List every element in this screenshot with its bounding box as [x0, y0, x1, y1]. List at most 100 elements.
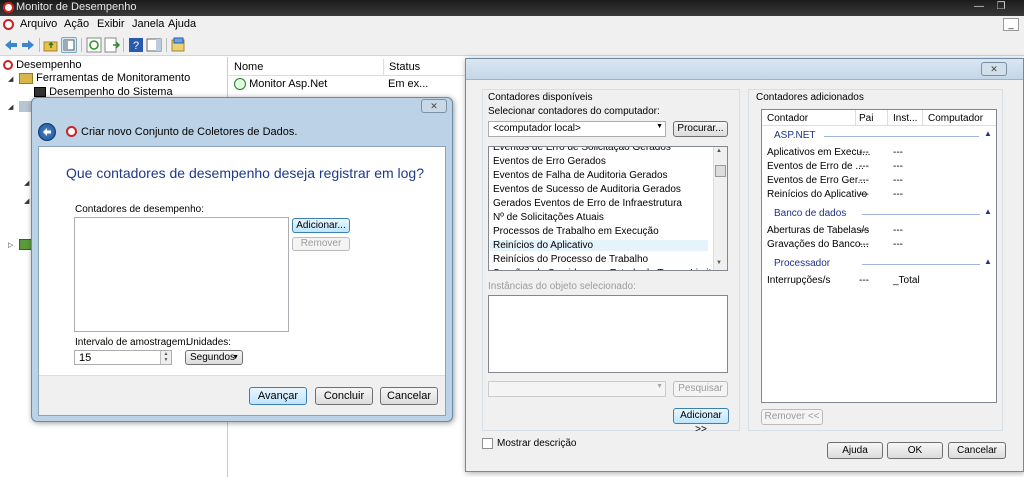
instances-list[interactable] [488, 295, 728, 373]
available-counter-item[interactable]: Gerados Eventos de Erro de Infraestrutur… [493, 198, 711, 209]
next-button[interactable]: Avançar [249, 387, 307, 405]
added-counter-name[interactable]: Aberturas de Tabelas/s [767, 225, 869, 236]
sample-interval-input[interactable]: 15 ▲ ▼ [74, 350, 172, 365]
tree-node-desempenho[interactable]: Desempenho [3, 59, 82, 71]
added-counter-parent[interactable]: --- [859, 175, 869, 186]
dialog-close-button[interactable]: ✕ [981, 62, 1007, 76]
available-counter-item[interactable]: Processos de Trabalho em Execução [493, 226, 711, 237]
added-counter-parent[interactable]: --- [859, 225, 869, 236]
added-counter-name[interactable]: Eventos de Erro Ger... [767, 175, 866, 186]
units-dropdown[interactable]: Segundos ▼ [185, 350, 243, 365]
added-counter-name[interactable]: Gravações do Banco... [767, 239, 869, 250]
expand-arrow-icon[interactable]: ▷ [8, 241, 16, 249]
added-counter-parent[interactable]: --- [859, 239, 869, 250]
add-button[interactable]: Adicionar >> [673, 408, 729, 435]
column-header-status[interactable]: Status [384, 59, 469, 76]
column-header-counter[interactable]: Contador [767, 113, 808, 124]
finish-button[interactable]: Concluir [315, 387, 373, 405]
added-counter-name[interactable]: Aplicativos em Execu... [767, 147, 870, 158]
added-counter-instance[interactable]: --- [893, 175, 903, 186]
tree-node-ferramentas[interactable]: ◢ Ferramentas de Monitoramento [8, 72, 190, 84]
collapse-group-icon[interactable]: ▲ [984, 257, 992, 266]
back-icon[interactable] [3, 37, 19, 53]
collapse-group-icon[interactable]: ▲ [984, 207, 992, 216]
scroll-up-icon[interactable]: ▲ [716, 148, 722, 154]
added-counter-parent[interactable]: --- [859, 189, 869, 200]
cancel-button[interactable]: Cancelar [380, 387, 438, 405]
up-folder-icon[interactable] [43, 37, 59, 53]
available-counter-item[interactable]: Eventos de Falha de Auditoria Gerados [493, 170, 711, 181]
browse-button[interactable]: Procurar... [673, 121, 728, 137]
available-counter-item[interactable]: Eventos de Sucesso de Auditoria Gerados [493, 184, 711, 195]
show-description-checkbox[interactable] [482, 438, 493, 449]
add-counter-button[interactable]: Adicionar... [292, 218, 350, 233]
list-row[interactable]: Monitor Asp.Net [234, 78, 327, 91]
chevron-down-icon[interactable]: ▼ [656, 123, 663, 130]
counter-group-header[interactable]: Processador [774, 258, 830, 269]
forward-icon[interactable] [20, 37, 36, 53]
added-counter-name[interactable]: Reinícios do Aplicativo [767, 189, 867, 200]
column-header-computer[interactable]: Computador [928, 113, 983, 124]
ok-button[interactable]: OK [887, 442, 943, 459]
show-hide-tree-icon[interactable] [61, 37, 77, 53]
scroll-thumb[interactable] [715, 165, 726, 177]
wizard-close-button[interactable]: ✕ [421, 99, 447, 113]
remove-counter-button[interactable]: Remover [292, 237, 350, 251]
added-counter-name[interactable]: Eventos de Erro de ... [767, 161, 864, 172]
spinner-icon[interactable]: ▲ ▼ [160, 351, 171, 364]
scroll-down-icon[interactable]: ▼ [716, 260, 722, 266]
mdi-minimize-button[interactable]: _ [1003, 18, 1019, 31]
available-counters-scrollbar[interactable]: ▲ ▼ [713, 147, 727, 270]
column-header-parent[interactable]: Pai [859, 113, 873, 124]
help-button[interactable]: Ajuda [827, 442, 883, 459]
available-counter-item[interactable]: Reinícios do Aplicativo [490, 240, 708, 251]
available-counter-item[interactable]: Sessões do Servidor com Estado de Tempo … [493, 268, 727, 270]
added-counter-instance[interactable]: --- [893, 225, 903, 236]
back-arrow-icon[interactable] [38, 123, 56, 141]
column-header-name[interactable]: Nome [229, 59, 384, 76]
collapse-arrow-icon[interactable]: ◢ [8, 103, 16, 111]
added-counter-parent[interactable]: --- [859, 161, 869, 172]
instances-search-combobox[interactable]: ▼ [488, 381, 666, 397]
added-counters-table[interactable]: Contador Pai Inst... Computador ASP.NET ▲… [761, 109, 997, 403]
minimize-button[interactable]: — [968, 0, 990, 14]
added-counter-parent[interactable]: --- [859, 275, 869, 286]
restore-button[interactable]: ❐ [990, 0, 1012, 14]
menu-exibir[interactable]: Exibir [97, 18, 125, 30]
menu-ajuda[interactable]: Ajuda [168, 18, 196, 30]
available-counters-list[interactable]: Eventos de Erro de Solicitação Gerados Ev… [488, 146, 728, 271]
added-counter-instance[interactable]: --- [893, 147, 903, 158]
search-button[interactable]: Pesquisar [673, 381, 728, 397]
added-counter-instance[interactable]: --- [893, 161, 903, 172]
remove-button[interactable]: Remover << [761, 409, 823, 425]
available-counter-item[interactable]: Eventos de Erro Gerados [493, 156, 711, 167]
available-counter-item[interactable]: Eventos de Erro de Solicitação Gerados [493, 147, 711, 153]
show-hide-action-pane-icon[interactable] [146, 37, 162, 53]
collapse-arrow-icon[interactable]: ◢ [8, 75, 16, 83]
refresh-icon[interactable] [86, 37, 102, 53]
added-counter-parent[interactable]: --- [859, 147, 869, 158]
help-icon[interactable]: ? [128, 37, 144, 53]
dialog-cancel-button[interactable]: Cancelar [948, 442, 1006, 459]
counter-group-header[interactable]: Banco de dados [774, 208, 846, 219]
system-menu-icon[interactable] [3, 19, 14, 30]
counter-group-header[interactable]: ASP.NET [774, 130, 816, 141]
added-counter-instance[interactable]: _Total [893, 275, 920, 286]
menu-acao[interactable]: Ação [64, 18, 89, 30]
collapse-group-icon[interactable]: ▲ [984, 129, 992, 138]
export-list-icon[interactable] [104, 37, 121, 53]
computer-combobox[interactable]: <computador local> ▼ [488, 121, 666, 137]
new-window-icon[interactable] [170, 37, 186, 53]
performance-counters-listbox[interactable] [74, 217, 289, 332]
added-counter-instance[interactable]: --- [893, 239, 903, 250]
tree-node-conjuntos[interactable]: ◢ [8, 100, 34, 112]
column-header-instance[interactable]: Inst... [893, 113, 917, 124]
added-counter-instance[interactable]: --- [893, 189, 903, 200]
sample-interval-label: Intervalo de amostragem: [75, 337, 189, 348]
menu-arquivo[interactable]: Arquivo [20, 18, 57, 30]
available-counter-item[interactable]: Nº de Solicitações Atuais [493, 212, 711, 223]
added-counter-name[interactable]: Interrupções/s [767, 275, 830, 286]
tree-node-collapsed[interactable]: ▷ [8, 238, 34, 250]
available-counter-item[interactable]: Reinícios do Processo de Trabalho [493, 254, 711, 265]
menu-janela[interactable]: Janela [132, 18, 164, 30]
